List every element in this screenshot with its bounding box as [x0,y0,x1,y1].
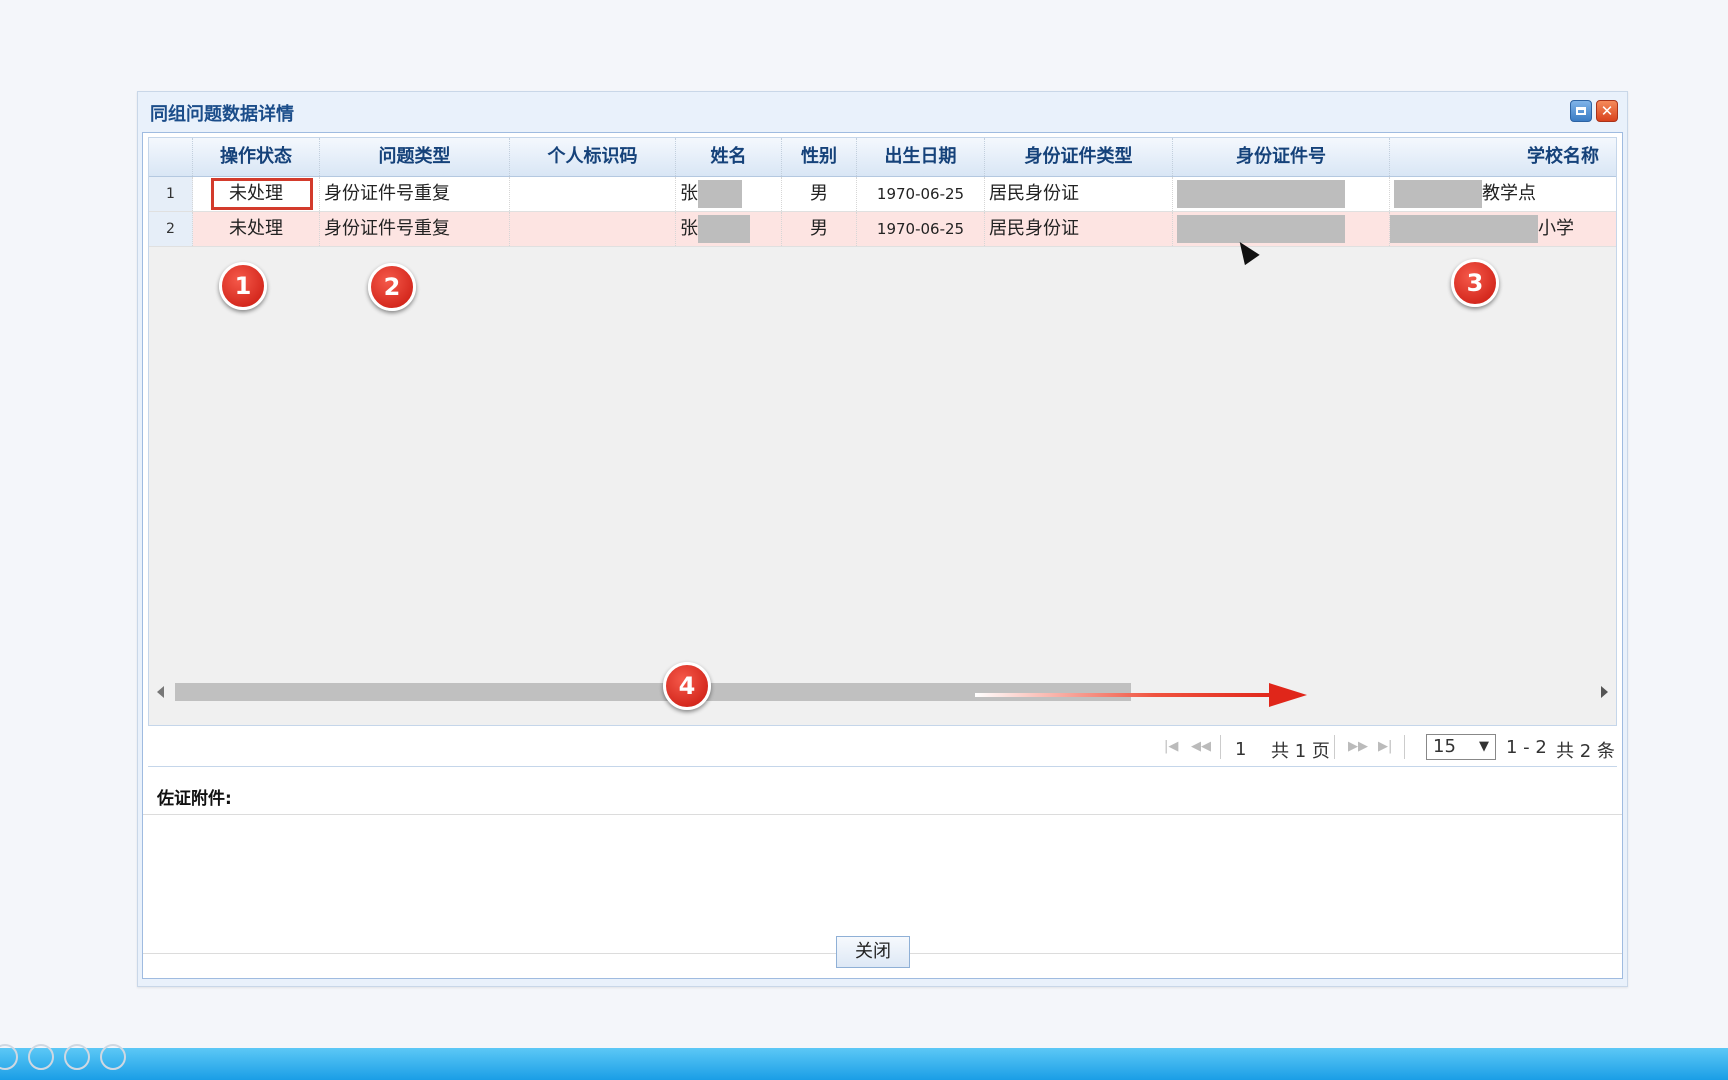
dialog-title: 同组问题数据详情 [150,104,294,125]
dialog-window: 同组问题数据详情 ✕ 操作状态 问题类型 个人标识码 姓名 性别 出生日期 身份… [137,91,1628,987]
header-status[interactable]: 操作状态 [193,138,320,176]
id-number-cell [1173,177,1390,211]
header-school-name[interactable]: 学校名称 [1390,138,1616,176]
id-type-cell: 居民身份证 [985,177,1173,211]
personal-id-cell [510,212,676,246]
prev-page-icon[interactable]: ◀◀ [1191,739,1211,754]
annotation-marker-1: 1 [219,262,267,310]
scroll-right-icon[interactable] [1601,686,1608,698]
first-page-icon[interactable]: |◀ [1164,739,1178,754]
pager-separator [1334,735,1335,759]
header-rownum [149,138,193,176]
redaction [698,215,750,243]
name-text: 张 [680,218,698,239]
row-number: 2 [149,212,193,246]
scroll-left-icon[interactable] [157,686,164,698]
redaction [1177,180,1345,208]
taskbar-icons [0,1044,126,1070]
zoom-icon[interactable] [64,1044,90,1070]
record-range: 1 - 2 [1506,737,1547,758]
redaction [1390,215,1538,243]
personal-id-cell [510,177,676,211]
header-id-type[interactable]: 身份证件类型 [985,138,1173,176]
edit-icon[interactable] [0,1044,18,1070]
chevron-down-icon: ▼ [1479,739,1489,754]
annotation-marker-3: 3 [1451,259,1499,307]
school-text: 小学 [1538,218,1574,239]
close-button[interactable]: 关闭 [836,936,910,968]
header-problem-type[interactable]: 问题类型 [320,138,510,176]
birth-date-cell: 1970-06-25 [857,177,985,211]
annotation-marker-4: 4 [663,662,711,710]
status-cell[interactable]: 未处理 [193,212,320,246]
arrow-head-icon [1269,683,1307,707]
school-name-cell: 小学 [1390,212,1616,246]
redaction [1394,180,1482,208]
scrollbar-thumb[interactable] [175,683,1131,701]
window-maximize-icon[interactable] [1570,100,1592,122]
dialog-body: 操作状态 问题类型 个人标识码 姓名 性别 出生日期 身份证件类型 身份证件号 … [142,132,1623,979]
current-page[interactable]: 1 [1235,739,1246,760]
school-text: 教学点 [1482,183,1536,204]
document-icon[interactable] [28,1044,54,1070]
page-size-select[interactable]: 15 ▼ [1426,734,1496,760]
data-grid: 操作状态 问题类型 个人标识码 姓名 性别 出生日期 身份证件类型 身份证件号 … [148,137,1617,726]
name-cell: 张 [676,212,782,246]
pagination-bar: |◀ ◀◀ 1 共 1 页 ▶▶ ▶| 15 ▼ 1 - 2 共 2 条 [148,727,1617,767]
annotation-marker-2: 2 [368,263,416,311]
school-name-cell: 教学点 [1390,177,1616,211]
birth-date-cell: 1970-06-25 [857,212,985,246]
name-cell: 张 [676,177,782,211]
header-gender[interactable]: 性别 [782,138,857,176]
name-text: 张 [680,183,698,204]
pager-separator [1404,735,1405,759]
total-pages: 共 1 页 [1271,741,1330,762]
grid-header: 操作状态 问题类型 个人标识码 姓名 性别 出生日期 身份证件类型 身份证件号 … [149,138,1616,177]
record-total: 共 2 条 [1556,741,1615,762]
gender-cell: 男 [782,177,857,211]
header-personal-id[interactable]: 个人标识码 [510,138,676,176]
next-page-icon[interactable]: ▶▶ [1348,739,1368,754]
row-number: 1 [149,177,193,211]
highlight-box [211,178,313,210]
redaction [698,180,742,208]
redaction [1177,215,1345,243]
table-row[interactable]: 2 未处理 身份证件号重复 张 男 1970-06-25 居民身份证 小学 [149,212,1616,247]
attachments-area [143,814,1622,954]
header-birth-date[interactable]: 出生日期 [857,138,985,176]
problem-type-cell: 身份证件号重复 [320,177,510,211]
id-number-cell [1173,212,1390,246]
table-row[interactable]: 1 未处理 身份证件号重复 张 男 1970-06-25 居民身份证 教学点 [149,177,1616,212]
problem-type-cell: 身份证件号重复 [320,212,510,246]
pager-separator [1220,735,1221,759]
horizontal-scrollbar[interactable] [149,682,1616,707]
taskbar [0,1048,1728,1080]
gender-cell: 男 [782,212,857,246]
close-icon[interactable]: ✕ [1596,100,1618,122]
id-type-cell: 居民身份证 [985,212,1173,246]
attachments-label: 佐证附件: [157,789,232,809]
annotation-arrow [975,693,1275,697]
last-page-icon[interactable]: ▶| [1378,739,1392,754]
more-icon[interactable] [100,1044,126,1070]
header-id-number[interactable]: 身份证件号 [1173,138,1390,176]
header-name[interactable]: 姓名 [676,138,782,176]
